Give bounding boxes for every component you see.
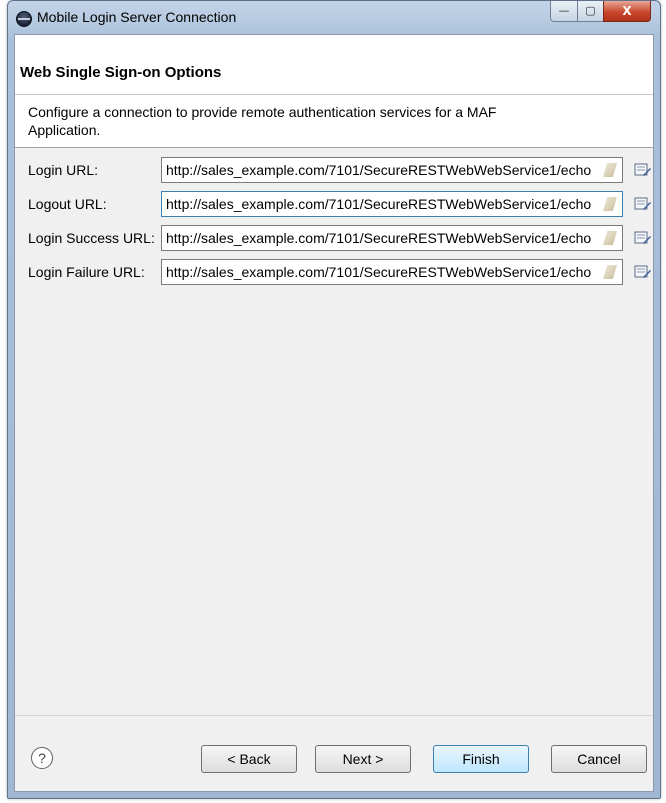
logout-url-field[interactable] [161,191,623,217]
close-button[interactable]: X [603,1,651,22]
browse-icon[interactable] [634,230,652,246]
login-success-url-field[interactable] [161,225,623,251]
browse-icon[interactable] [634,196,652,212]
header-divider [15,94,653,95]
browse-icon[interactable] [634,264,652,280]
logout-url-label: Logout URL: [28,196,107,212]
footer-divider [15,715,653,716]
maximize-button[interactable]: ▢ [577,1,604,22]
title-bar: Mobile Login Server Connection — ▢ X [8,1,660,35]
minimize-button[interactable]: — [550,1,578,22]
login-url-label: Login URL: [28,162,99,178]
dialog-content: Web Single Sign-on Options Configure a c… [14,34,654,792]
window-title: Mobile Login Server Connection [37,9,237,25]
login-failure-url-label: Login Failure URL: [28,264,145,280]
back-button[interactable]: < Back [201,745,297,773]
login-success-url-label: Login Success URL: [28,230,155,246]
next-button[interactable]: Next > [315,745,411,773]
login-failure-url-field[interactable] [161,259,623,285]
dialog-window: Mobile Login Server Connection — ▢ X Web… [7,0,661,799]
page-title: Web Single Sign-on Options [20,64,222,81]
app-icon [16,11,32,27]
browse-icon[interactable] [634,162,652,178]
help-icon[interactable]: ? [31,747,53,769]
wizard-header: Web Single Sign-on Options Configure a c… [15,35,653,148]
login-url-field[interactable] [161,157,623,183]
finish-button[interactable]: Finish [433,745,529,773]
cancel-button[interactable]: Cancel [551,745,647,773]
page-description: Configure a connection to provide remote… [28,104,497,138]
